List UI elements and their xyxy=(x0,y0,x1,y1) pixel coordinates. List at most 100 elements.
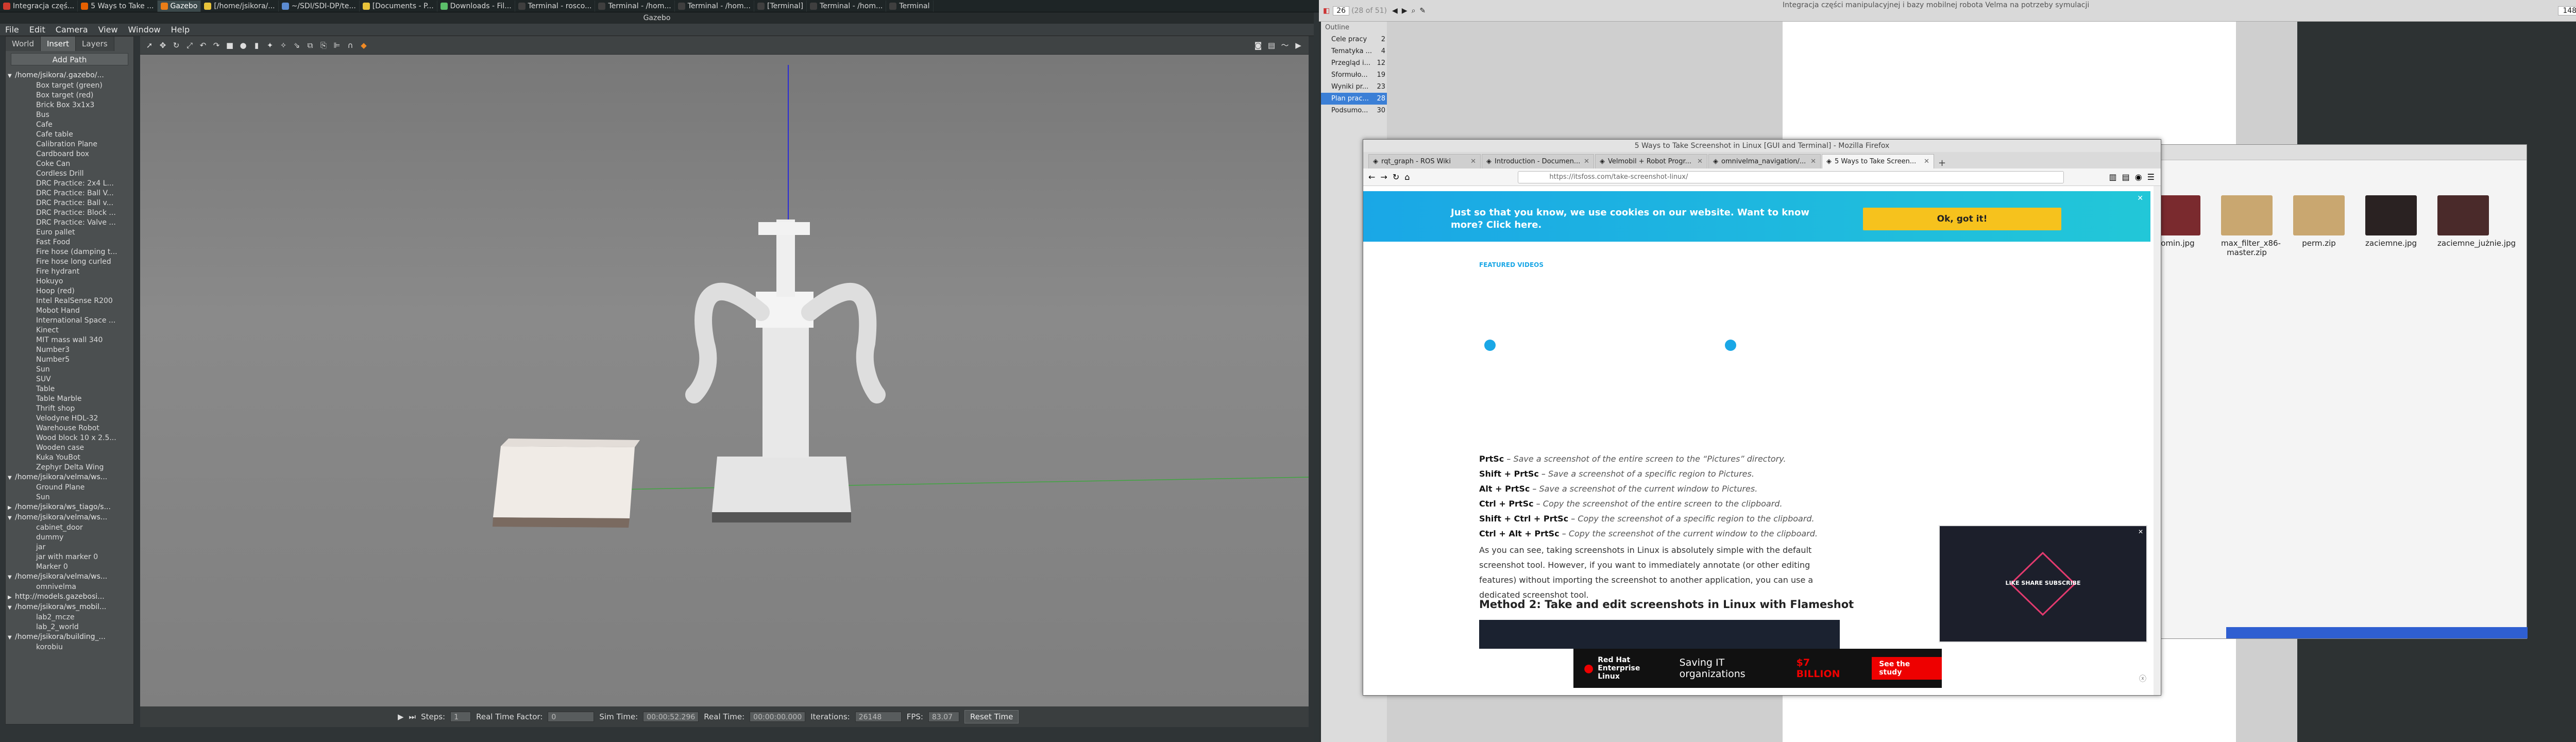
model-item[interactable]: Coke Can xyxy=(8,159,131,169)
outline-item[interactable]: Przegląd i... 12 xyxy=(1321,57,1387,69)
tab-close-icon[interactable]: ✕ xyxy=(1924,158,1929,165)
sidebar-icon[interactable]: ▤ xyxy=(2122,172,2130,182)
forward-icon[interactable]: → xyxy=(1380,172,1387,182)
file-item[interactable]: zaciemne.jpg xyxy=(2365,195,2417,248)
paste-icon[interactable]: ⎘ xyxy=(319,41,328,49)
menu-window[interactable]: Window xyxy=(128,25,161,35)
ad-cta-button[interactable]: See the study xyxy=(1872,657,1942,680)
menu-camera[interactable]: Camera xyxy=(56,25,88,35)
menu-view[interactable]: View xyxy=(98,25,118,35)
back-icon[interactable]: ← xyxy=(1368,172,1375,182)
cabinet-model[interactable] xyxy=(493,439,640,528)
cookie-ok-button[interactable]: Ok, got it! xyxy=(1863,208,2061,230)
url-bar[interactable]: https://itsfoss.com/take-screenshot-linu… xyxy=(1518,171,2064,183)
model-item[interactable]: Number3 xyxy=(8,345,131,355)
taskbar-task[interactable]: Terminal - /hom... xyxy=(675,0,754,12)
taskbar-task[interactable]: Terminal - /hom... xyxy=(807,0,887,12)
model-item[interactable]: Fire hose long curled xyxy=(8,257,131,267)
ad-banner[interactable]: ● Red Hat Enterprise Linux Saving IT org… xyxy=(1573,649,1942,688)
model-item[interactable]: Box target (red) xyxy=(8,91,131,100)
tab-world[interactable]: World xyxy=(6,37,41,51)
sphere-icon[interactable]: ● xyxy=(239,41,247,49)
undo-icon[interactable]: ↶ xyxy=(199,41,207,49)
page-number-field[interactable]: 26 xyxy=(1333,6,1350,15)
tab-layers[interactable]: Layers xyxy=(76,37,114,51)
find-icon[interactable]: ✎ xyxy=(1419,7,1426,15)
taskbar-task[interactable]: Terminal - /hom... xyxy=(595,0,675,12)
browser-tab[interactable]: ◈ 5 Ways to Take Screen... ✕ xyxy=(1822,154,1934,168)
steps-field[interactable]: 1 xyxy=(450,712,471,722)
reload-icon[interactable]: ↻ xyxy=(1393,172,1399,182)
model-item[interactable]: Bus xyxy=(8,110,131,120)
model-item[interactable]: Cafe table xyxy=(8,130,131,140)
chevron-down-icon[interactable]: ▼ xyxy=(8,572,15,582)
zoom-field[interactable]: 148,96% xyxy=(2558,6,2576,15)
model-item[interactable]: lab2_mcze xyxy=(8,613,131,622)
step-icon[interactable]: ⏭ xyxy=(409,712,416,721)
video-close-icon[interactable]: ✕ xyxy=(2138,528,2143,535)
file-item[interactable]: zaciemne_jużnie.jpg xyxy=(2437,195,2516,248)
snap-icon[interactable]: ∩ xyxy=(346,41,354,49)
reset-time-button[interactable]: Reset Time xyxy=(964,710,1019,723)
tree-path-header[interactable]: ▶ http://models.gazebosi... xyxy=(8,592,131,602)
model-item[interactable]: Zephyr Delta Wing xyxy=(8,463,131,473)
prev-page-icon[interactable]: ◀ xyxy=(1392,7,1398,15)
model-item[interactable]: Euro pallet xyxy=(8,228,131,238)
redo-icon[interactable]: ↷ xyxy=(212,41,221,49)
outline-item[interactable]: Tematyka ... 4 xyxy=(1321,45,1387,57)
browser-tab[interactable]: ◈ omnivelma_navigation/... ✕ xyxy=(1708,154,1821,168)
model-item[interactable]: lab_2_world xyxy=(8,622,131,632)
tree-path-header[interactable]: ▼/home/jsikora/velma/ws... xyxy=(8,513,131,523)
model-item[interactable]: Hoop (red) xyxy=(8,286,131,296)
gazebo-3d-viewport[interactable] xyxy=(140,55,1309,706)
model-item[interactable]: DRC Practice: Ball V... xyxy=(8,189,131,198)
model-item[interactable]: cabinet_door xyxy=(8,523,131,533)
model-item[interactable]: Hokuyo xyxy=(8,277,131,286)
floating-video[interactable]: LIKE SHARE SUBSCRIBE ✕ xyxy=(1939,525,2147,643)
model-item[interactable]: DRC Practice: Ball v... xyxy=(8,198,131,208)
model-item[interactable]: Fire hose (damping t... xyxy=(8,247,131,257)
copy-icon[interactable]: ⧉ xyxy=(306,41,314,49)
taskbar-task[interactable]: Downloads - Fil... xyxy=(437,0,515,12)
model-item[interactable]: Sun xyxy=(8,365,131,375)
tree-path-header[interactable]: ▼/home/jsikora/ws_mobil... xyxy=(8,602,131,613)
model-item[interactable]: DRC Practice: Valve ... xyxy=(8,218,131,228)
ad-close-icon[interactable]: ⓧ xyxy=(2139,673,2146,684)
scale-icon[interactable]: ⤢ xyxy=(185,41,194,49)
sidebar-toggle-icon[interactable]: ◧ xyxy=(1323,7,1330,15)
tab-close-icon[interactable]: ✕ xyxy=(1810,158,1816,165)
model-item[interactable]: Table Marble xyxy=(8,394,131,404)
outline-item[interactable]: Cele pracy 2 xyxy=(1321,33,1387,45)
model-item[interactable]: SUV xyxy=(8,375,131,384)
file-item[interactable]: perm.zip xyxy=(2293,195,2345,248)
chevron-down-icon[interactable]: ▼ xyxy=(8,473,15,483)
pointlight-icon[interactable]: ✦ xyxy=(266,41,274,49)
select-arrow-icon[interactable]: ➚ xyxy=(145,41,154,49)
tab-close-icon[interactable]: ✕ xyxy=(1697,158,1703,165)
menu-file[interactable]: File xyxy=(5,25,19,35)
tab-close-icon[interactable]: ✕ xyxy=(1470,158,1476,165)
model-item[interactable]: Kuka YouBot xyxy=(8,453,131,463)
screenshot-icon[interactable]: ◙ xyxy=(1254,41,1262,49)
outline-item[interactable]: Wyniki pr... 23 xyxy=(1321,81,1387,93)
taskbar-task[interactable]: Gazebo xyxy=(157,0,201,12)
page-scrollbar[interactable] xyxy=(2154,186,2161,695)
model-item[interactable]: Cardboard box xyxy=(8,149,131,159)
model-item[interactable]: MIT mass wall 340 xyxy=(8,335,131,345)
model-item[interactable]: Sun xyxy=(8,493,131,502)
taskbar-task[interactable]: [Documents - P... xyxy=(360,0,437,12)
extension-icon[interactable]: ◉ xyxy=(2135,172,2142,182)
model-item[interactable]: International Space ... xyxy=(8,316,131,326)
library-icon[interactable]: ▥ xyxy=(2109,172,2116,182)
taskbar-task[interactable]: 5 Ways to Take ... xyxy=(78,0,158,12)
model-item[interactable]: Calibration Plane xyxy=(8,140,131,149)
chevron-down-icon[interactable]: ▼ xyxy=(8,71,15,81)
tab-close-icon[interactable]: ✕ xyxy=(1584,158,1589,165)
model-item[interactable]: Intel RealSense R200 xyxy=(8,296,131,306)
log-icon[interactable]: ▤ xyxy=(1267,41,1276,49)
model-item[interactable]: Mobot Hand xyxy=(8,306,131,316)
model-item[interactable]: Brick Box 3x1x3 xyxy=(8,100,131,110)
chevron-right-icon[interactable]: ▶ xyxy=(8,503,15,513)
model-item[interactable]: Warehouse Robot xyxy=(8,424,131,433)
video-icon[interactable]: ▶ xyxy=(1294,41,1302,49)
